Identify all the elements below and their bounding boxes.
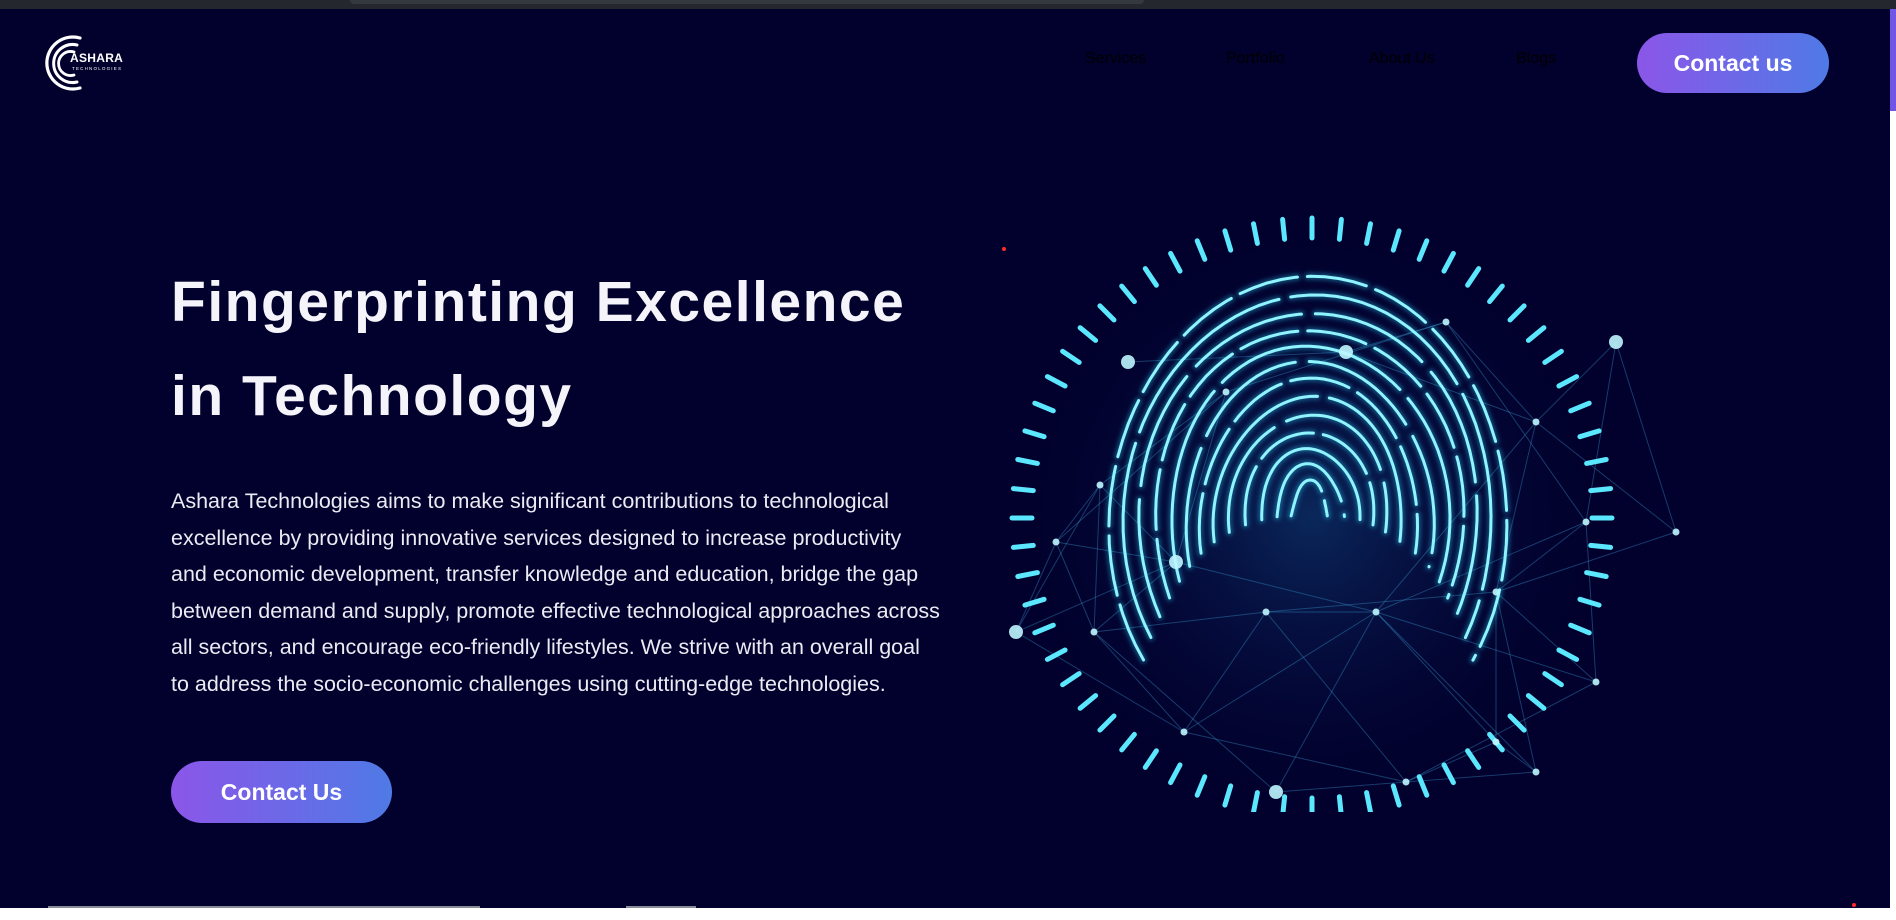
site-header: ASHARA TECHNOLOGIES Services Portfolio A… [0, 9, 1890, 119]
network-node [1402, 778, 1410, 786]
fingerprint-icon [976, 212, 1696, 821]
network-node [1442, 318, 1450, 326]
ring-dash [1280, 794, 1288, 820]
logo-brand-name: ASHARA [70, 51, 124, 65]
network-node [1609, 335, 1623, 349]
network-node [1372, 608, 1380, 616]
network-node [1492, 738, 1500, 746]
network-node [1262, 608, 1270, 616]
divider-line [48, 906, 480, 908]
hero-description: Ashara Technologies aims to make signifi… [171, 489, 940, 696]
hero-title-line2: in Technology [171, 364, 573, 428]
hero-title: Fingerprinting Excellence in Technology [171, 255, 971, 443]
network-node [1169, 555, 1183, 569]
ring-dash [1336, 216, 1344, 242]
ring-dash [1280, 216, 1288, 242]
ring-dash [1336, 794, 1344, 820]
network-node [1269, 785, 1283, 799]
network-node [1090, 628, 1098, 636]
divider-line-short [626, 906, 696, 908]
nav-about-us[interactable]: About Us [1369, 50, 1435, 68]
nav-blogs[interactable]: Blogs [1516, 50, 1556, 68]
header-contact-button[interactable]: Contact us [1637, 33, 1829, 93]
red-corner-dot [1852, 903, 1856, 907]
scrollbar-thumb[interactable] [1890, 9, 1896, 111]
browser-top-strip [0, 0, 1896, 9]
hero-contact-button[interactable]: Contact Us [171, 761, 392, 823]
network-node [1009, 625, 1023, 639]
nav-services[interactable]: Services [1085, 50, 1146, 68]
network-node [1532, 768, 1540, 776]
ring-dash [1010, 542, 1036, 550]
network-node [1532, 418, 1540, 426]
nav-portfolio[interactable]: Portfolio [1226, 50, 1285, 68]
hero-title-line1: Fingerprinting Excellence [171, 270, 906, 334]
site-logo[interactable]: ASHARA TECHNOLOGIES [44, 30, 134, 92]
network-node [1672, 528, 1680, 536]
network-node [1121, 355, 1135, 369]
ring-dash [1588, 542, 1614, 550]
hero-page: ASHARA TECHNOLOGIES Services Portfolio A… [0, 9, 1890, 908]
ring-dash [1010, 486, 1036, 494]
network-node [1592, 678, 1600, 686]
network-node [1052, 538, 1060, 546]
red-marker-dot [1002, 247, 1006, 251]
network-node [1492, 588, 1500, 596]
browser-tab-strip [350, 0, 1144, 4]
logo-tagline: TECHNOLOGIES [72, 66, 123, 71]
network-node [1582, 518, 1590, 526]
network-node [1222, 388, 1230, 396]
network-node [1339, 345, 1353, 359]
ring-dash [1588, 486, 1614, 494]
network-node [1096, 481, 1104, 489]
network-node [1180, 728, 1188, 736]
network-line [1615, 341, 1677, 533]
